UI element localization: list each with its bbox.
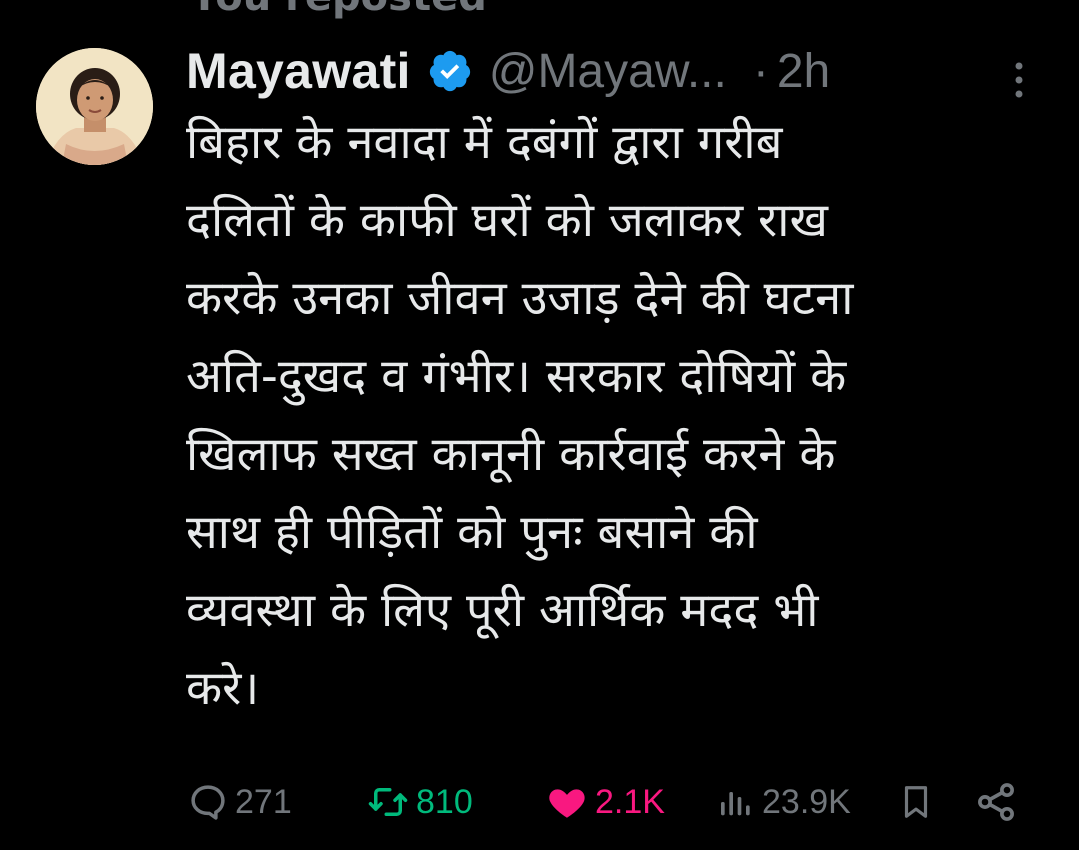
more-vertical-icon[interactable] xyxy=(1009,58,1029,102)
bookmark-button[interactable] xyxy=(897,770,935,834)
repost-button[interactable]: 810 xyxy=(366,770,473,834)
repost-icon xyxy=(366,781,410,823)
views-icon xyxy=(716,781,756,823)
tweet-text: बिहार के नवादा में दबंगों द्वारा गरीब दल… xyxy=(186,104,1036,728)
tweet-text-line: व्यवस्था के लिए पूरी आर्थिक मदद भी xyxy=(186,583,819,638)
tweet-text-line: खिलाफ सख्त कानूनी कार्रवाई करने के xyxy=(186,427,836,482)
share-icon xyxy=(974,780,1018,824)
avatar-image xyxy=(36,48,153,165)
action-bar: 271 810 2.1K 23.9K xyxy=(0,770,1079,834)
reply-count: 271 xyxy=(235,782,292,821)
tweet-text-line: दलितों के काफी घरों को जलाकर राख xyxy=(186,193,828,248)
reply-button[interactable]: 271 xyxy=(187,770,292,834)
share-button[interactable] xyxy=(974,770,1018,834)
like-button[interactable]: 2.1K xyxy=(545,770,665,834)
tweet-text-line: साथ ही पीड़ितों को पुनः बसाने की xyxy=(186,505,758,560)
handle[interactable]: @Mayaw... xyxy=(489,44,727,99)
verified-badge-icon xyxy=(427,48,473,94)
tweet-text-line: करे। xyxy=(186,661,260,716)
views-count: 23.9K xyxy=(762,782,851,821)
repost-header: You reposted xyxy=(190,0,487,20)
timestamp[interactable]: 2h xyxy=(777,44,830,99)
views-button[interactable]: 23.9K xyxy=(716,770,851,834)
display-name[interactable]: Mayawati xyxy=(186,42,411,100)
tweet-header: Mayawati @Mayaw... · 2h xyxy=(186,36,830,106)
bookmark-icon xyxy=(897,780,935,824)
heart-icon xyxy=(545,781,589,823)
tweet-text-line: बिहार के नवादा में दबंगों द्वारा गरीब xyxy=(186,115,783,170)
header-separator: · xyxy=(752,44,769,98)
tweet-text-line: अति-दुखद व गंभीर। सरकार दोषियों के xyxy=(186,349,847,404)
tweet-text-line: करके उनका जीवन उजाड़ देने की घटना xyxy=(186,271,854,326)
reply-icon xyxy=(187,781,229,823)
repost-count: 810 xyxy=(416,782,473,821)
avatar[interactable] xyxy=(36,48,153,165)
like-count: 2.1K xyxy=(595,782,665,821)
